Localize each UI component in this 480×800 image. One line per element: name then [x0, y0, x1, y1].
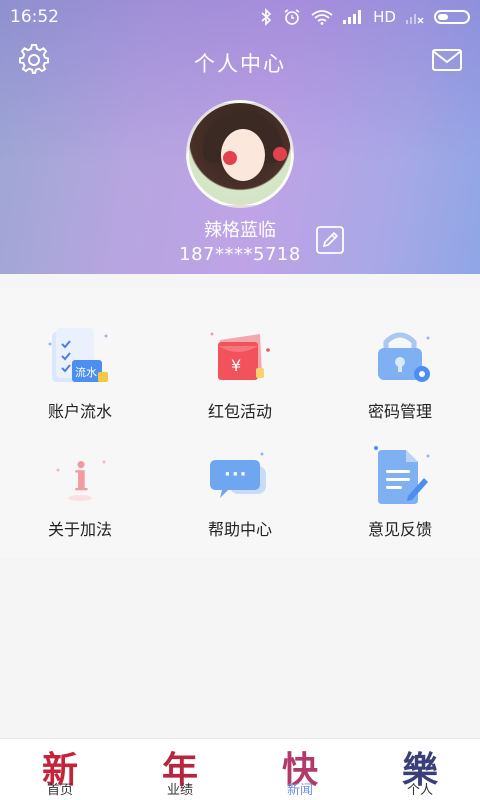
menu-item-label: 帮助中心: [207, 520, 272, 539]
status-icons: HD: [259, 8, 470, 26]
avatar[interactable]: [186, 100, 294, 208]
status-bar: 16:52 HD: [0, 0, 480, 34]
red-envelope-icon-text: ¥: [231, 356, 242, 375]
menu-item-about[interactable]: i 关于加法: [0, 420, 160, 540]
messages-button[interactable]: [432, 48, 462, 72]
red-envelope-icon: ¥: [202, 324, 278, 394]
user-name: 辣格蓝临: [204, 220, 276, 241]
info-icon: i: [42, 442, 118, 512]
menu-item-red-envelope[interactable]: ¥ 红包活动: [160, 302, 320, 422]
top-bar: 个人中心: [0, 40, 480, 84]
menu-item-label: 红包活动: [207, 402, 272, 421]
tab-profile[interactable]: 樂 个人: [360, 739, 480, 800]
signal-icon: [343, 10, 363, 24]
chat-bubble-icon-text: ···: [224, 464, 248, 485]
edit-profile-button[interactable]: [316, 226, 344, 254]
pencil-icon: [316, 226, 344, 254]
feedback-document-icon: [362, 442, 438, 512]
tab-home[interactable]: 新 首页: [0, 739, 120, 800]
tab-profile-label: 个人: [406, 783, 433, 798]
function-grid: 流水 账户流水 ¥ 红包活动 密码管理 i 关于加法 ··· 帮助中心 意见反馈: [0, 288, 480, 558]
ledger-icon-text: 流水: [75, 366, 97, 379]
network-type: HD: [373, 8, 396, 26]
tab-news[interactable]: 快 新闻: [240, 739, 360, 800]
wifi-icon: [311, 9, 333, 25]
bluetooth-icon: [259, 8, 273, 26]
profile-header: 16:52 HD 个人中心 辣格蓝临 187****5718: [0, 0, 480, 274]
tab-home-label: 首页: [46, 783, 73, 798]
ledger-icon: 流水: [42, 324, 118, 394]
menu-item-label: 意见反馈: [367, 520, 432, 539]
mail-icon: [432, 49, 462, 71]
menu-item-label: 关于加法: [47, 520, 112, 539]
avatar-sticker-right: [273, 147, 287, 161]
signal-off-icon: [406, 10, 424, 24]
tab-performance[interactable]: 年 业绩: [120, 739, 240, 800]
bottom-tab-bar: 新 首页 年 业绩 快 新闻 樂 个人: [0, 738, 480, 800]
menu-item-help[interactable]: ··· 帮助中心: [160, 420, 320, 540]
avatar-sticker-left: [223, 151, 237, 165]
chat-bubble-icon: ···: [202, 442, 278, 512]
menu-item-password[interactable]: 密码管理: [320, 302, 480, 422]
menu-item-label: 密码管理: [367, 402, 432, 421]
menu-item-feedback[interactable]: 意见反馈: [320, 420, 480, 540]
lock-icon: [362, 324, 438, 394]
user-phone: 187****5718: [179, 244, 301, 265]
alarm-icon: [283, 8, 301, 26]
status-time: 16:52: [10, 7, 59, 27]
info-icon-text: i: [74, 454, 89, 499]
menu-item-account-ledger[interactable]: 流水 账户流水: [0, 302, 160, 422]
tab-performance-label: 业绩: [166, 783, 193, 798]
battery-icon: [434, 10, 470, 24]
menu-item-label: 账户流水: [47, 402, 112, 421]
page-title: 个人中心: [194, 52, 286, 76]
tab-news-label: 新闻: [286, 783, 313, 798]
